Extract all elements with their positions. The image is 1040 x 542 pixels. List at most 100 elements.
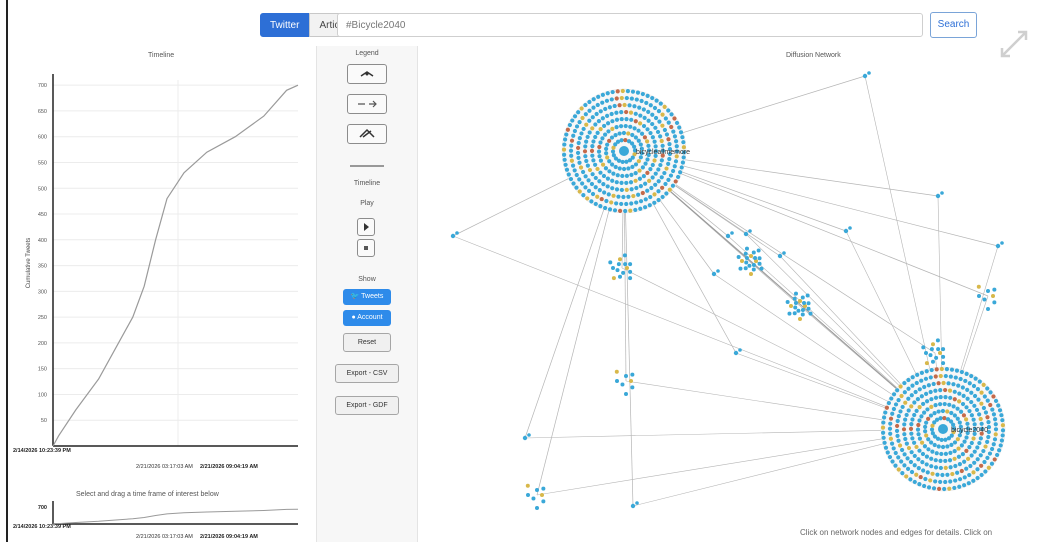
network-node (956, 454, 962, 459)
network-node (610, 162, 615, 167)
network-node (885, 450, 890, 455)
network-node (916, 466, 921, 471)
network-node (610, 89, 615, 95)
network-node (969, 453, 974, 458)
network-node (862, 73, 868, 79)
network-node (983, 444, 988, 449)
network-node (610, 178, 615, 183)
network-node (896, 438, 901, 443)
network-node (1000, 433, 1005, 438)
network-node (624, 95, 629, 101)
network-node (624, 180, 629, 186)
network-node (650, 175, 655, 180)
network-node (929, 367, 934, 373)
network-node (962, 483, 967, 488)
network-node (951, 382, 956, 387)
network-node (957, 477, 963, 482)
network-node (607, 138, 612, 143)
legend-tweet-button[interactable] (347, 64, 387, 84)
network-node (967, 472, 972, 478)
network-node (669, 112, 674, 117)
timeline-control-label: Timeline (353, 180, 381, 187)
network-node (981, 448, 986, 454)
network-node (960, 451, 965, 457)
network-node (738, 266, 743, 271)
network-node (595, 194, 600, 199)
network-node (618, 208, 623, 213)
network-node (985, 415, 990, 420)
network-node (952, 440, 958, 445)
network-node (924, 369, 929, 374)
network-node (991, 442, 996, 447)
network-node (969, 399, 974, 405)
network-node (997, 448, 1002, 453)
network-node (881, 430, 886, 435)
stop-button[interactable] (357, 239, 375, 257)
network-node (983, 410, 989, 415)
network-node (947, 458, 953, 463)
network-node (594, 111, 599, 117)
network-node (903, 400, 908, 405)
legend-retweet-button[interactable] (347, 94, 387, 114)
network-node (906, 386, 911, 391)
network-node (660, 143, 665, 148)
network-node (928, 413, 934, 418)
network-node (636, 159, 641, 164)
show-tweets-button[interactable]: 🐦 Tweets (343, 289, 391, 305)
network-node (569, 138, 575, 143)
network-node (655, 129, 661, 135)
network-node (955, 470, 960, 475)
network-node (948, 479, 953, 484)
timeline-chart[interactable]: 50 100 150 200 250 300 350 400 450 500 550 600 650 70… (8, 46, 313, 542)
network-node (653, 115, 659, 121)
show-accounts-button[interactable]: ● Account (343, 310, 391, 326)
tab-twitter[interactable]: Twitter (260, 13, 310, 37)
export-gdf-button[interactable]: Export - GDF (335, 396, 399, 415)
network-node (672, 116, 677, 121)
network-node (882, 415, 887, 420)
network-node (986, 465, 991, 470)
network-node (909, 393, 914, 398)
network-node (789, 304, 793, 308)
network-node (619, 180, 624, 186)
network-node (597, 144, 602, 150)
network-node (924, 351, 928, 355)
network-node (933, 395, 939, 400)
network-node (880, 425, 886, 430)
network-node (614, 117, 620, 122)
network-node (972, 449, 977, 454)
network-node (955, 437, 960, 442)
network-node (944, 367, 949, 372)
network-node (583, 144, 588, 149)
network-node (999, 413, 1004, 418)
network-node (891, 446, 896, 451)
network-node (617, 274, 622, 279)
network-node (614, 96, 619, 101)
y-tick-label: 50 (41, 418, 47, 424)
network-node (955, 406, 960, 411)
network-node (633, 111, 638, 116)
network-node (577, 136, 582, 141)
network-node (596, 149, 602, 154)
network-node (931, 486, 937, 491)
network-node (945, 444, 950, 449)
search-input[interactable] (337, 13, 923, 37)
network-node (910, 436, 915, 441)
reset-button[interactable]: Reset (343, 333, 391, 352)
network-node (938, 458, 943, 464)
network-node (898, 409, 903, 414)
network-node (658, 162, 663, 168)
export-csv-button[interactable]: Export - CSV (335, 364, 399, 383)
network-node (949, 442, 954, 448)
legend-quote-button[interactable] (347, 124, 387, 144)
search-button[interactable]: Search (930, 12, 977, 38)
controls-divider (350, 165, 384, 167)
network-node (621, 194, 626, 200)
network-node (933, 388, 938, 393)
network-graph[interactable]: bicycleallmemore bicycle2040 (418, 46, 1040, 542)
play-button[interactable] (357, 218, 375, 236)
network-node (646, 143, 651, 148)
network-node (941, 354, 946, 359)
network-node (611, 266, 615, 270)
network-node (893, 463, 898, 468)
